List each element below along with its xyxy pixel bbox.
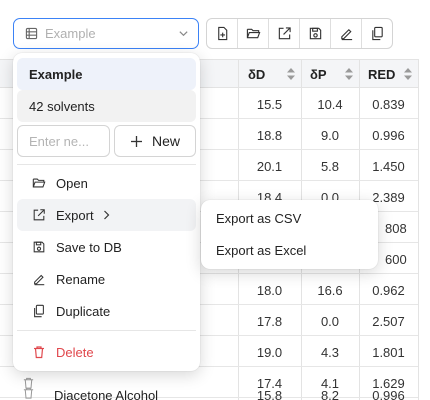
menu-item-label: Duplicate xyxy=(56,303,111,319)
export-icon xyxy=(278,27,291,40)
cell-red: 0.996 xyxy=(372,127,405,143)
new-dataset-placeholder: Enter ne... xyxy=(29,133,89,149)
menu-item-label: Delete xyxy=(56,344,94,360)
save-icon xyxy=(309,27,321,40)
cell-name: Diacetone Alcohol xyxy=(54,387,159,400)
dataset-option-label: Example xyxy=(29,66,83,82)
cell-red: 600 xyxy=(385,251,407,267)
column-header-label: δD xyxy=(248,67,266,82)
open-folder-icon xyxy=(32,178,46,188)
sort-icon xyxy=(345,68,353,80)
open-folder-button[interactable] xyxy=(238,19,269,48)
new-file-button[interactable] xyxy=(207,19,238,48)
cell-dd: 18.8 xyxy=(256,127,283,143)
menu-item-save[interactable]: Save to DB xyxy=(17,231,196,263)
menu-item-label: Rename xyxy=(56,271,106,287)
export-csv-item[interactable]: Export as CSV xyxy=(205,203,374,233)
sort-icon xyxy=(287,68,295,80)
column-header-label: δP xyxy=(310,67,327,82)
menu-divider xyxy=(17,164,196,165)
menu-divider xyxy=(17,330,196,331)
column-header-label: RED xyxy=(368,67,396,82)
duplicate-icon xyxy=(371,26,383,41)
duplicate-button[interactable] xyxy=(362,19,392,48)
rename-icon xyxy=(34,274,45,286)
cell-red: 1.450 xyxy=(372,158,405,174)
cell-dp: 16.6 xyxy=(317,282,343,298)
rename-icon xyxy=(340,28,352,41)
menu-item-label: Open xyxy=(56,175,88,191)
cell-dp: 4.3 xyxy=(320,344,340,360)
export-submenu: Export as CSV Export as Excel xyxy=(201,200,378,269)
chevron-right-icon xyxy=(103,210,109,220)
cell-dd: 20.1 xyxy=(256,158,283,174)
select-placeholder: Example xyxy=(45,26,96,41)
cell-dd: 17.8 xyxy=(256,313,283,329)
new-dataset-input[interactable]: Enter ne... xyxy=(17,125,110,157)
table-scrollbar[interactable] xyxy=(418,59,430,400)
dataset-dropdown-menu: Example 42 solvents Enter ne... New Open… xyxy=(13,53,200,371)
menu-item-label: Export xyxy=(56,207,94,223)
new-dataset-row: Enter ne... New xyxy=(17,125,196,157)
dataset-select[interactable]: Example xyxy=(13,18,199,49)
cell-dd: 19.0 xyxy=(256,344,283,360)
cell-dd: 18.0 xyxy=(256,282,283,298)
new-dataset-button[interactable]: New xyxy=(114,125,196,157)
chevron-down-icon xyxy=(179,31,188,37)
cell-dp: 9.0 xyxy=(320,127,340,143)
cell-dp: 8.2 xyxy=(320,387,340,400)
cell-dp: 5.8 xyxy=(320,158,340,174)
dataset-option-selected[interactable]: Example xyxy=(17,58,196,90)
column-header-red[interactable]: RED xyxy=(359,60,418,89)
rename-button[interactable] xyxy=(331,19,362,48)
menu-item-rename[interactable]: Rename xyxy=(17,263,196,295)
trash-icon[interactable] xyxy=(22,386,35,400)
export-button[interactable] xyxy=(269,19,300,48)
open-folder-icon xyxy=(246,28,260,39)
cell-dp: 10.4 xyxy=(317,96,343,112)
new-button-label: New xyxy=(151,133,180,149)
submenu-item-label: Export as Excel xyxy=(216,242,307,258)
cell-dp: 0.0 xyxy=(320,313,340,329)
cell-red: 0.962 xyxy=(372,282,405,298)
database-icon xyxy=(25,27,38,40)
column-header-dd[interactable]: δD xyxy=(238,60,301,89)
plus-icon xyxy=(130,135,142,147)
menu-item-delete[interactable]: Delete xyxy=(17,336,196,368)
cell-dd: 15.5 xyxy=(256,96,283,112)
cell-red: 2.507 xyxy=(372,313,405,329)
duplicate-icon xyxy=(34,304,44,318)
trash-icon xyxy=(34,346,44,359)
cell-red: 0.839 xyxy=(372,96,405,112)
export-excel-item[interactable]: Export as Excel xyxy=(205,235,374,265)
submenu-item-label: Export as CSV xyxy=(216,210,302,226)
cell-dd: 15.8 xyxy=(256,387,283,400)
dataset-option[interactable]: 42 solvents xyxy=(17,90,196,122)
menu-item-open[interactable]: Open xyxy=(17,167,196,199)
cell-red: 1.801 xyxy=(372,344,405,360)
export-icon xyxy=(33,209,45,221)
new-file-icon xyxy=(217,26,227,41)
menu-item-label: Save to DB xyxy=(56,239,122,255)
save-button[interactable] xyxy=(300,19,331,48)
dataset-option-label: 42 solvents xyxy=(29,98,95,114)
menu-item-duplicate[interactable]: Duplicate xyxy=(17,295,196,327)
cell-red: 808 xyxy=(385,220,407,236)
cell-red: 0.996 xyxy=(372,387,405,400)
sort-icon xyxy=(404,68,412,80)
table-row[interactable]: Diacetone Alcohol 15.8 8.2 0.996 xyxy=(0,382,418,400)
column-header-dp[interactable]: δP xyxy=(301,60,359,89)
menu-item-export[interactable]: Export xyxy=(17,199,196,231)
save-icon xyxy=(33,241,45,253)
toolbar-button-group xyxy=(206,18,393,49)
